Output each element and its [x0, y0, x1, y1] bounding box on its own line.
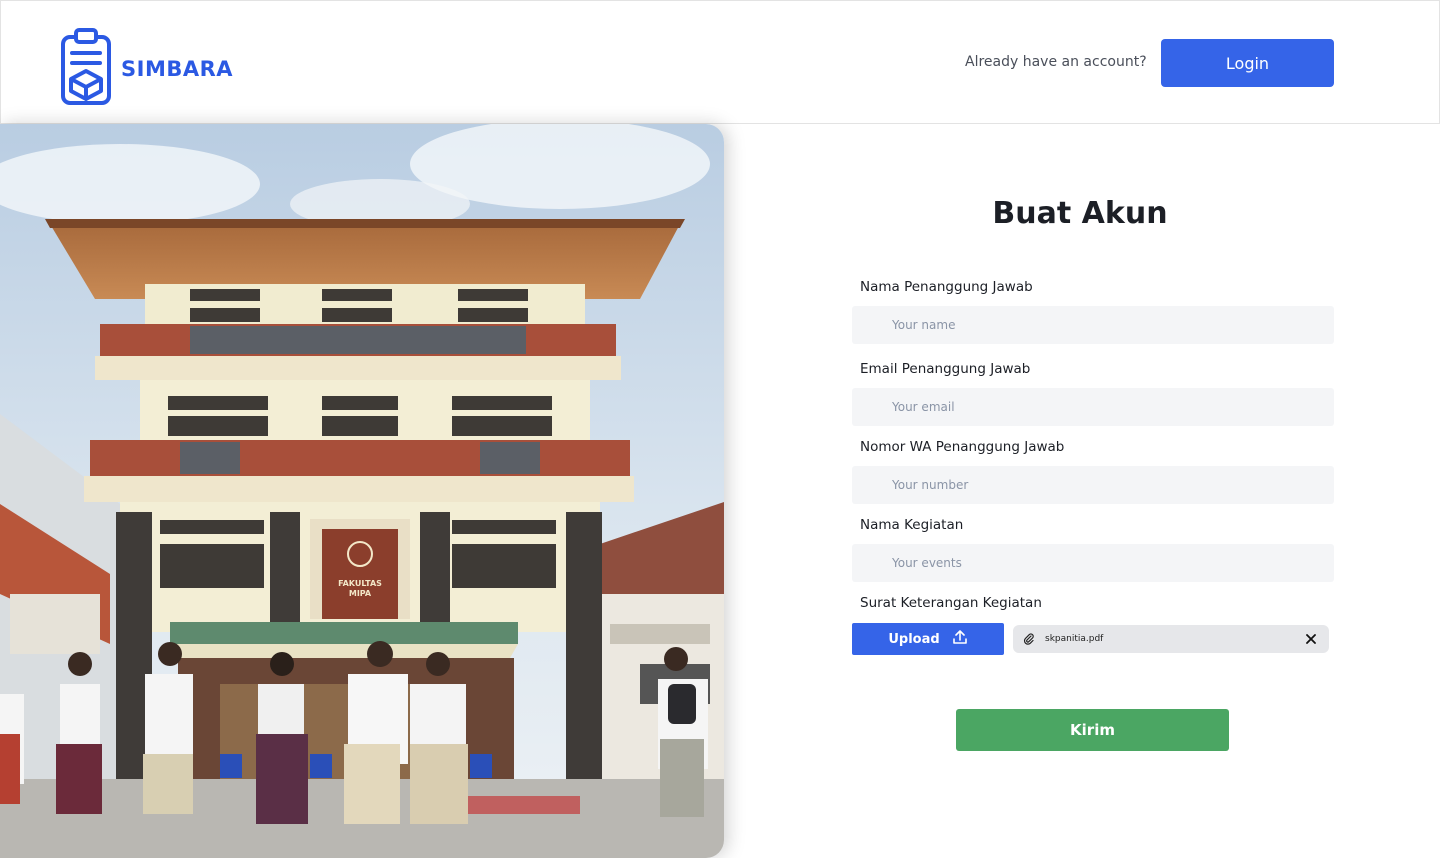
account-question: Already have an account?	[965, 54, 1147, 70]
name-label: Nama Penanggung Jawab	[860, 279, 1033, 295]
brand-logo[interactable]: SIMBARA	[59, 27, 233, 111]
sign-line2: MIPA	[349, 589, 372, 598]
page-title: Buat Akun	[992, 196, 1168, 231]
brand-name: SIMBARA	[121, 57, 234, 81]
phone-input[interactable]	[852, 466, 1334, 504]
upload-label: Upload	[888, 631, 940, 647]
remove-file-close-icon[interactable]	[1303, 631, 1319, 647]
upload-button[interactable]: Upload	[852, 623, 1004, 655]
event-input[interactable]	[852, 544, 1334, 582]
uploaded-file-chip: skpanitia.pdf	[1013, 625, 1329, 653]
file-name: skpanitia.pdf	[1045, 634, 1104, 644]
submit-button[interactable]: Kirim	[956, 709, 1229, 751]
paperclip-icon	[1023, 630, 1035, 649]
campus-photo: FAKULTAS MIPA	[0, 124, 724, 858]
email-label: Email Penanggung Jawab	[860, 361, 1031, 377]
sign-line1: FAKULTAS	[338, 579, 382, 588]
name-input[interactable]	[852, 306, 1334, 344]
login-button[interactable]: Login	[1161, 39, 1334, 87]
upload-icon	[952, 629, 968, 649]
document-label: Surat Keterangan Kegiatan	[860, 595, 1042, 611]
event-label: Nama Kegiatan	[860, 517, 964, 533]
clipboard-logo-icon	[59, 27, 113, 111]
email-input[interactable]	[852, 388, 1334, 426]
top-header: SIMBARA Already have an account? Login	[0, 0, 1440, 124]
phone-label: Nomor WA Penanggung Jawab	[860, 439, 1065, 455]
